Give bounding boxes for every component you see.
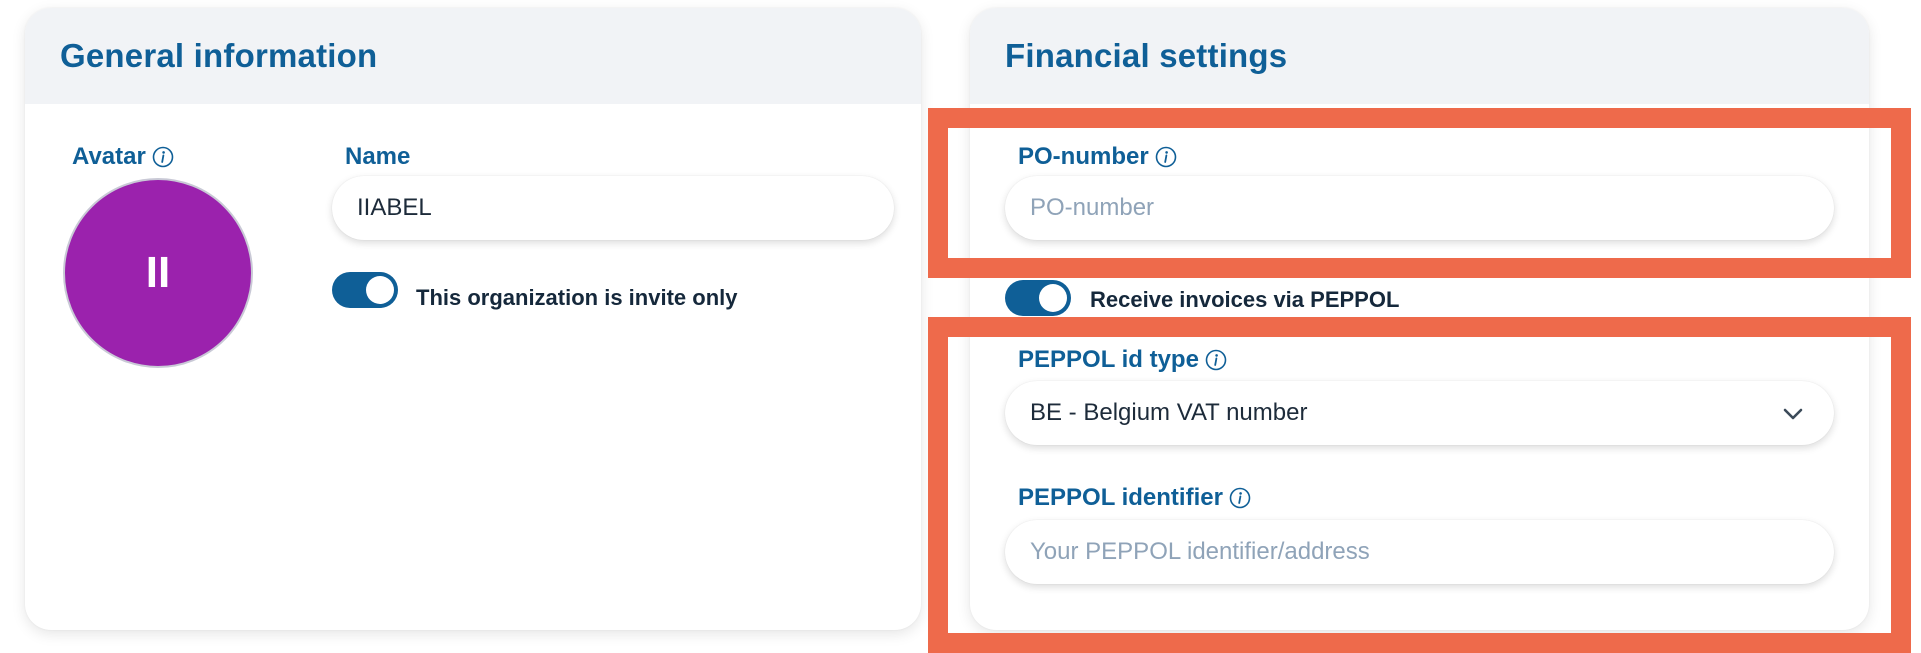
- financial-settings-title: Financial settings: [1005, 37, 1288, 74]
- name-label: Name: [345, 143, 410, 171]
- name-input-value: IIABEL: [357, 194, 432, 221]
- highlight-box-po-number: [928, 108, 1911, 278]
- avatar-label: Avatar: [72, 143, 174, 171]
- info-icon[interactable]: [152, 146, 174, 168]
- financial-settings-header: Financial settings: [970, 8, 1869, 104]
- avatar-initials: II: [145, 248, 171, 297]
- organization-settings-page: General information Avatar II Name IIABE…: [0, 0, 1921, 653]
- toggle-knob: [366, 276, 394, 304]
- name-input[interactable]: IIABEL: [332, 176, 894, 240]
- avatar[interactable]: II: [63, 178, 253, 368]
- general-information-title: General information: [60, 37, 378, 74]
- avatar-label-text: Avatar: [72, 143, 146, 170]
- toggle-knob: [1039, 284, 1067, 312]
- invite-only-toggle[interactable]: [332, 272, 398, 308]
- invite-only-label: This organization is invite only: [416, 285, 738, 310]
- peppol-toggle-label: Receive invoices via PEPPOL: [1090, 287, 1400, 312]
- name-label-text: Name: [345, 143, 411, 170]
- highlight-box-peppol: [928, 317, 1911, 653]
- general-information-header: General information: [25, 8, 921, 104]
- peppol-toggle[interactable]: [1005, 280, 1071, 316]
- general-information-card: General information Avatar II Name IIABE…: [25, 8, 921, 630]
